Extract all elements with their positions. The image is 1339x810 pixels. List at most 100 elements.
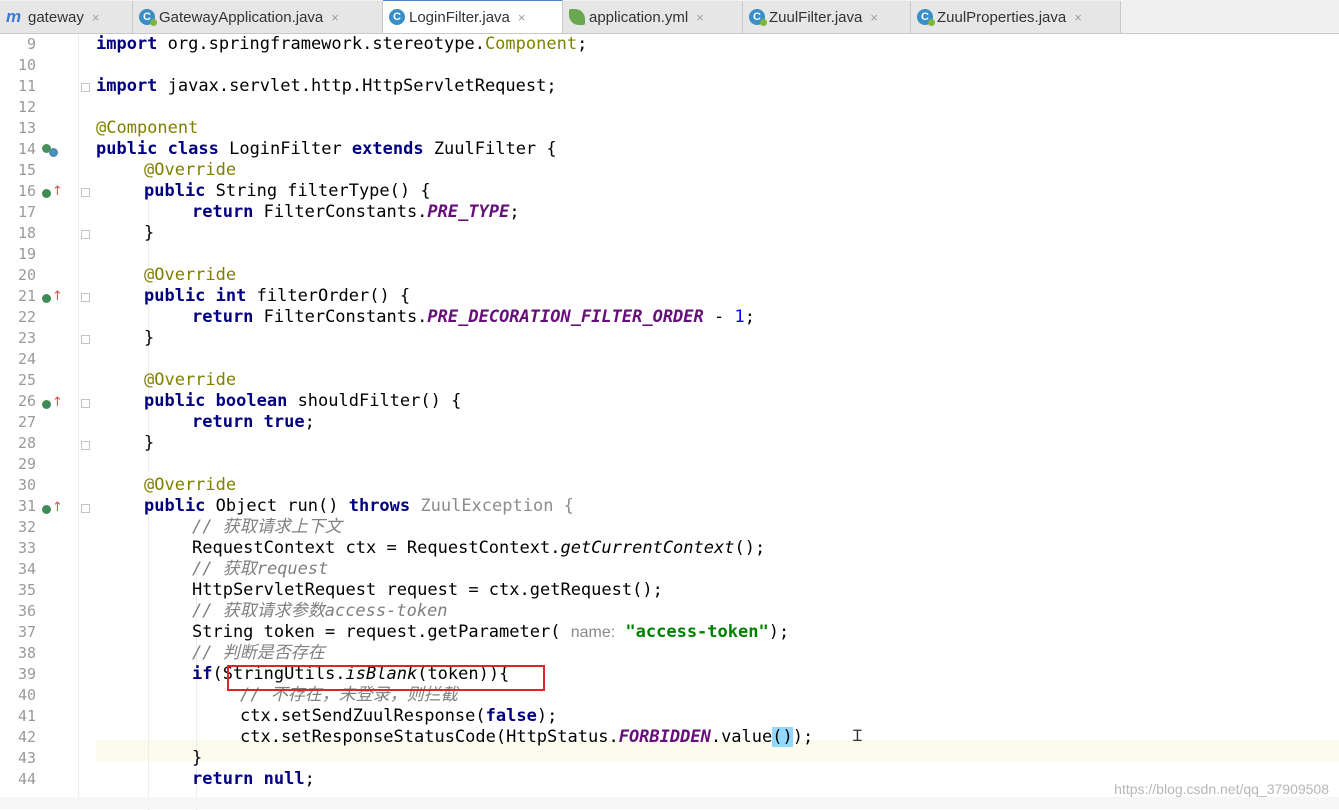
line-number: 37	[17, 623, 36, 641]
tab-label: gateway	[28, 8, 84, 26]
code-line-27: return true;	[192, 412, 315, 432]
line-number: 43	[17, 749, 36, 767]
abstract-class-icon	[749, 9, 767, 26]
code-line-37: String token = request.getParameter( nam…	[192, 622, 790, 642]
line-number: 38	[17, 644, 36, 662]
abstract-class-icon	[917, 9, 935, 26]
code-line-9: import org.springframework.stereotype.Co…	[96, 34, 588, 54]
code-line-13: @Component	[96, 118, 199, 138]
spring-bean-icon[interactable]	[42, 143, 60, 157]
line-number: 39	[17, 665, 36, 683]
code-line-22: return FilterConstants.PRE_DECORATION_FI…	[192, 307, 755, 327]
line-number: 30	[17, 476, 36, 494]
line-number: 20	[17, 266, 36, 284]
tab-loginfilter[interactable]: LoginFilter.java ×	[383, 0, 563, 33]
code-line-38: // 判断是否存在	[192, 643, 325, 663]
fold-marker[interactable]	[81, 335, 90, 344]
line-number: 10	[17, 56, 36, 74]
line-number: 12	[17, 98, 36, 116]
yaml-leaf-icon	[569, 9, 585, 25]
line-number: 19	[17, 245, 36, 263]
line-number: 13	[17, 119, 36, 137]
override-method-icon[interactable]: ↑	[42, 396, 63, 410]
fold-marker[interactable]	[81, 399, 90, 408]
close-icon[interactable]: ×	[870, 10, 878, 25]
line-number: 32	[17, 518, 36, 536]
gutter-separator	[78, 34, 79, 809]
tab-label: ZuulFilter.java	[769, 8, 863, 26]
fold-marker[interactable]	[81, 83, 90, 92]
line-number: 21	[17, 287, 36, 305]
close-icon[interactable]: ×	[1074, 10, 1082, 25]
code-line-43: }	[192, 748, 203, 768]
tab-zuulproperties[interactable]: ZuulProperties.java ×	[911, 1, 1121, 33]
code-line-35: HttpServletRequest request = ctx.getRequ…	[192, 580, 663, 600]
override-method-icon[interactable]: ↑	[42, 185, 63, 199]
line-number: 11	[17, 77, 36, 95]
code-line-25: @Override	[144, 370, 237, 390]
line-number: 17	[17, 203, 36, 221]
code-line-11: import javax.servlet.http.HttpServletReq…	[96, 76, 557, 96]
close-icon[interactable]: ×	[92, 10, 100, 25]
bottom-edge	[0, 797, 1339, 809]
tab-label: application.yml	[589, 8, 689, 26]
tab-label: ZuulProperties.java	[937, 8, 1067, 26]
tab-gatewayapplication[interactable]: GatewayApplication.java ×	[133, 1, 383, 33]
close-icon[interactable]: ×	[518, 10, 526, 25]
line-number: 31	[17, 497, 36, 515]
line-number: 24	[17, 350, 36, 368]
highlight-box	[227, 665, 545, 691]
tab-label: LoginFilter.java	[409, 8, 510, 26]
line-number: 40	[17, 686, 36, 704]
code-line-34: // 获取request	[192, 559, 329, 579]
line-number: 16	[17, 182, 36, 200]
line-number: 27	[17, 413, 36, 431]
line-number: 29	[17, 455, 36, 473]
line-number: 36	[17, 602, 36, 620]
code-line-30: @Override	[144, 475, 237, 495]
line-number: 34	[17, 560, 36, 578]
maven-module-icon: m	[6, 7, 22, 26]
bracket-match-highlight: ()	[772, 727, 793, 747]
close-icon[interactable]: ×	[331, 10, 339, 25]
code-line-31: public Object run() throws ZuulException…	[144, 496, 574, 516]
tab-zuulfilter[interactable]: ZuulFilter.java ×	[743, 1, 911, 33]
tab-gateway[interactable]: m gateway ×	[0, 1, 133, 33]
override-method-icon[interactable]: ↑	[42, 501, 63, 515]
fold-marker[interactable]	[81, 293, 90, 302]
line-number: 23	[17, 329, 36, 347]
line-number: 14	[17, 140, 36, 158]
fold-marker[interactable]	[81, 441, 90, 450]
spring-class-icon	[139, 9, 157, 26]
line-number: 22	[17, 308, 36, 326]
line-number: 9	[26, 35, 36, 53]
line-number: 41	[17, 707, 36, 725]
watermark: https://blog.csdn.net/qq_37909508	[1114, 781, 1329, 797]
code-editor[interactable]: import org.springframework.stereotype.Co…	[96, 34, 1339, 810]
code-line-33: RequestContext ctx = RequestContext.getC…	[192, 538, 766, 558]
code-line-32: // 获取请求上下文	[192, 517, 342, 537]
tab-label: GatewayApplication.java	[159, 8, 324, 26]
line-number: 28	[17, 434, 36, 452]
code-line-41: ctx.setSendZuulResponse(false);	[240, 706, 558, 726]
line-number: 25	[17, 371, 36, 389]
code-line-16: public String filterType() {	[144, 181, 431, 201]
code-line-18: }	[144, 223, 155, 243]
line-number: 42	[17, 728, 36, 746]
code-line-42: ctx.setResponseStatusCode(HttpStatus.FOR…	[240, 727, 814, 747]
line-number: 18	[17, 224, 36, 242]
code-line-28: }	[144, 433, 155, 453]
tab-application-yml[interactable]: application.yml ×	[563, 1, 743, 33]
fold-marker[interactable]	[81, 504, 90, 513]
code-line-44: return null;	[192, 769, 315, 789]
override-method-icon[interactable]: ↑	[42, 290, 63, 304]
code-line-26: public boolean shouldFilter() {	[144, 391, 462, 411]
line-number: 26	[17, 392, 36, 410]
line-number: 33	[17, 539, 36, 557]
line-number: 15	[17, 161, 36, 179]
close-icon[interactable]: ×	[696, 10, 704, 25]
fold-marker[interactable]	[81, 230, 90, 239]
fold-marker[interactable]	[81, 188, 90, 197]
code-line-36: // 获取请求参数access-token	[192, 601, 448, 621]
code-line-17: return FilterConstants.PRE_TYPE;	[192, 202, 520, 222]
